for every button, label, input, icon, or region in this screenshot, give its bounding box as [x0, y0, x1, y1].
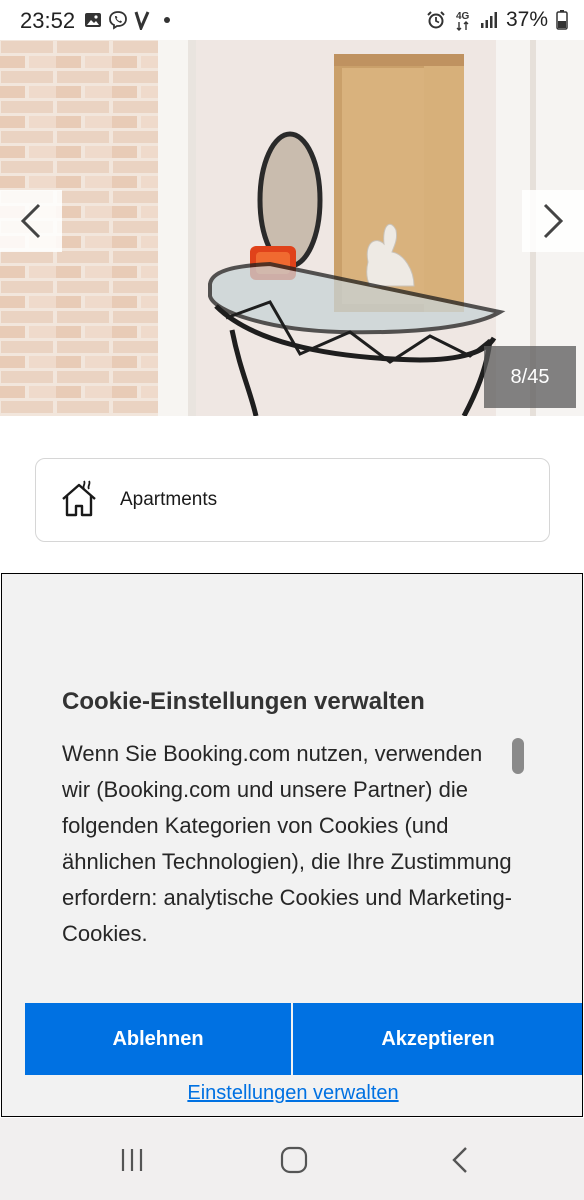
- v-app-icon: [134, 11, 150, 30]
- back-button[interactable]: [440, 1142, 480, 1178]
- viber-icon: [109, 11, 127, 30]
- system-nav-bar: [0, 1118, 584, 1200]
- gallery-prev-button[interactable]: [0, 190, 62, 252]
- signal-icon: [480, 12, 497, 28]
- cookie-dialog-title: Cookie-Einstellungen verwalten: [62, 688, 425, 715]
- back-icon: [452, 1147, 467, 1173]
- photo-counter: 8/45: [484, 346, 576, 408]
- svg-text:4G: 4G: [456, 11, 470, 22]
- cookie-dialog: Cookie-Einstellungen verwalten Wenn Sie …: [1, 573, 583, 1117]
- photo-gallery[interactable]: 8/45: [0, 40, 584, 416]
- battery-percent: 37%: [505, 8, 548, 31]
- cookie-dialog-body: Wenn Sie Booking.com nutzen, verwenden w…: [62, 741, 513, 946]
- property-type-card: Apartments: [35, 458, 550, 542]
- status-bar: 23:52 4G 37%: [0, 0, 584, 40]
- battery-icon: [556, 10, 568, 30]
- status-icons-right: 4G 37%: [426, 8, 568, 32]
- manage-settings-link[interactable]: Einstellungen verwalten: [2, 1082, 582, 1105]
- accept-button[interactable]: Akzeptieren: [293, 1003, 582, 1075]
- chevron-right-icon: [543, 203, 564, 239]
- status-time: 23:52: [20, 8, 76, 33]
- chevron-left-icon: [20, 203, 41, 239]
- status-icons-left: [84, 8, 170, 32]
- home-button[interactable]: [274, 1142, 314, 1178]
- property-type-label: Apartments: [120, 489, 218, 510]
- gallery-next-button[interactable]: [522, 190, 584, 252]
- house-icon: [62, 480, 96, 517]
- home-icon: [280, 1146, 308, 1174]
- 4g-icon: 4G: [456, 11, 470, 31]
- alarm-icon: [427, 11, 445, 29]
- dot-icon: [164, 17, 170, 23]
- recent-apps-icon: [121, 1149, 143, 1171]
- reject-button[interactable]: Ablehnen: [25, 1003, 291, 1075]
- recent-apps-button[interactable]: [112, 1142, 152, 1178]
- cookie-scrollbar[interactable]: [512, 738, 524, 774]
- gallery-icon: [85, 13, 101, 27]
